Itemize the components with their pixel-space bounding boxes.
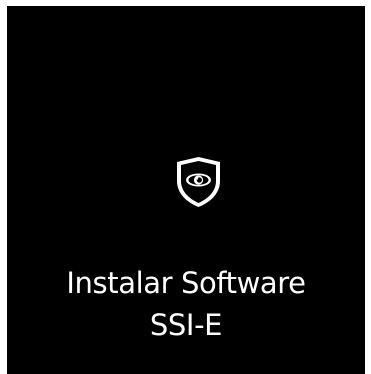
shield-eye-icon	[175, 156, 222, 208]
tile-label: Instalar Software SSI-E	[7, 262, 365, 346]
tile-label-line-1: Instalar Software	[66, 266, 306, 300]
tile-label-line-2: SSI-E	[149, 308, 223, 342]
start-tile-instalar-software[interactable]: Instalar Software SSI-E	[7, 6, 365, 374]
